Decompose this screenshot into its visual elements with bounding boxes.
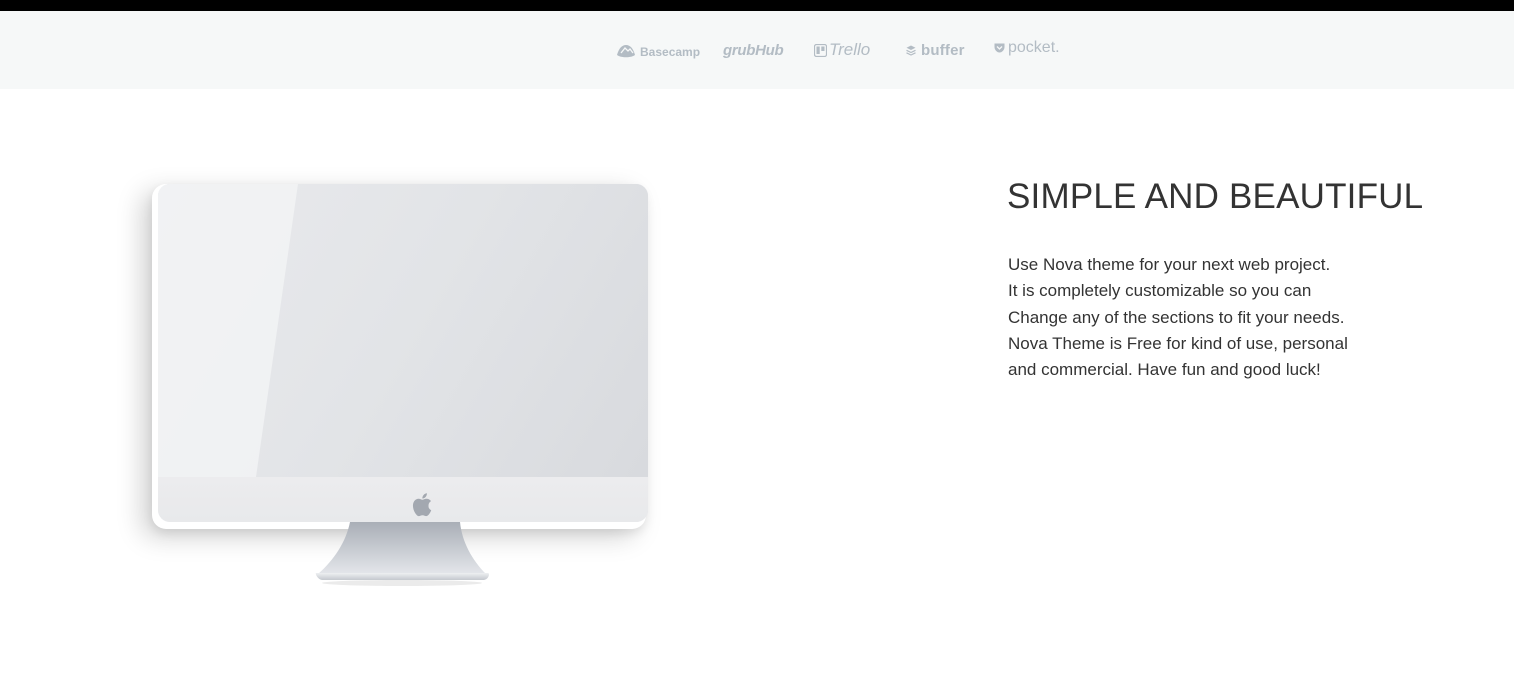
section-description: Use Nova theme for your next web project…	[1008, 252, 1428, 383]
buffer-logo-text: buffer	[921, 41, 965, 59]
imac-screen-glare	[158, 184, 298, 477]
imac-stand	[315, 522, 489, 586]
pocket-icon	[994, 43, 1005, 53]
description-line: Change any of the sections to fit your n…	[1008, 307, 1345, 327]
imac-chin	[158, 477, 648, 522]
partner-logos-strip: Basecamp grubHub Trello buffer pocket.	[0, 11, 1514, 89]
buffer-logo: buffer	[906, 37, 965, 63]
trello-logo-text: Trello	[829, 40, 871, 59]
description-line: and commercial. Have fun and good luck!	[1008, 360, 1321, 380]
pocket-logo-text: pocket.	[1008, 39, 1060, 56]
basecamp-logo: Basecamp	[616, 37, 700, 63]
imac-display	[158, 184, 648, 522]
grubhub-logo-text: grubHub	[723, 41, 784, 59]
pocket-logo: pocket.	[994, 35, 1060, 61]
trello-logo: Trello	[814, 37, 870, 63]
section-title: SIMPLE AND BEAUTIFUL	[1007, 177, 1424, 216]
basecamp-icon	[616, 42, 636, 58]
trello-icon	[814, 43, 827, 57]
basecamp-logo-text: Basecamp	[640, 45, 701, 59]
grubhub-logo: grubHub	[723, 37, 784, 63]
apple-logo-icon	[412, 493, 432, 517]
description-line: Use Nova theme for your next web project…	[1008, 255, 1331, 274]
top-bar	[0, 0, 1514, 11]
buffer-icon	[906, 45, 916, 56]
description-line: Nova Theme is Free for kind of use, pers…	[1008, 333, 1348, 353]
description-line: It is completely customizable so you can	[1008, 281, 1312, 301]
imac-illustration	[138, 176, 658, 606]
